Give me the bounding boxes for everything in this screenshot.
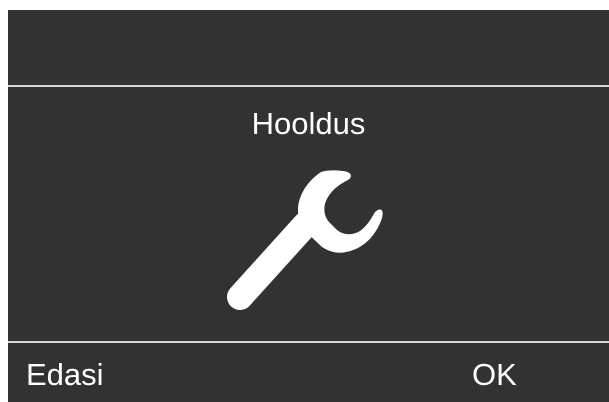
bottom-divider bbox=[8, 341, 609, 343]
next-softkey[interactable]: Edasi bbox=[26, 357, 104, 393]
wrench-icon bbox=[227, 170, 383, 310]
top-divider bbox=[8, 85, 609, 87]
device-display: Hooldus Edasi OK bbox=[8, 10, 609, 402]
ok-softkey[interactable]: OK bbox=[472, 357, 517, 393]
status-bar bbox=[8, 10, 609, 85]
screen-title: Hooldus bbox=[251, 106, 366, 141]
